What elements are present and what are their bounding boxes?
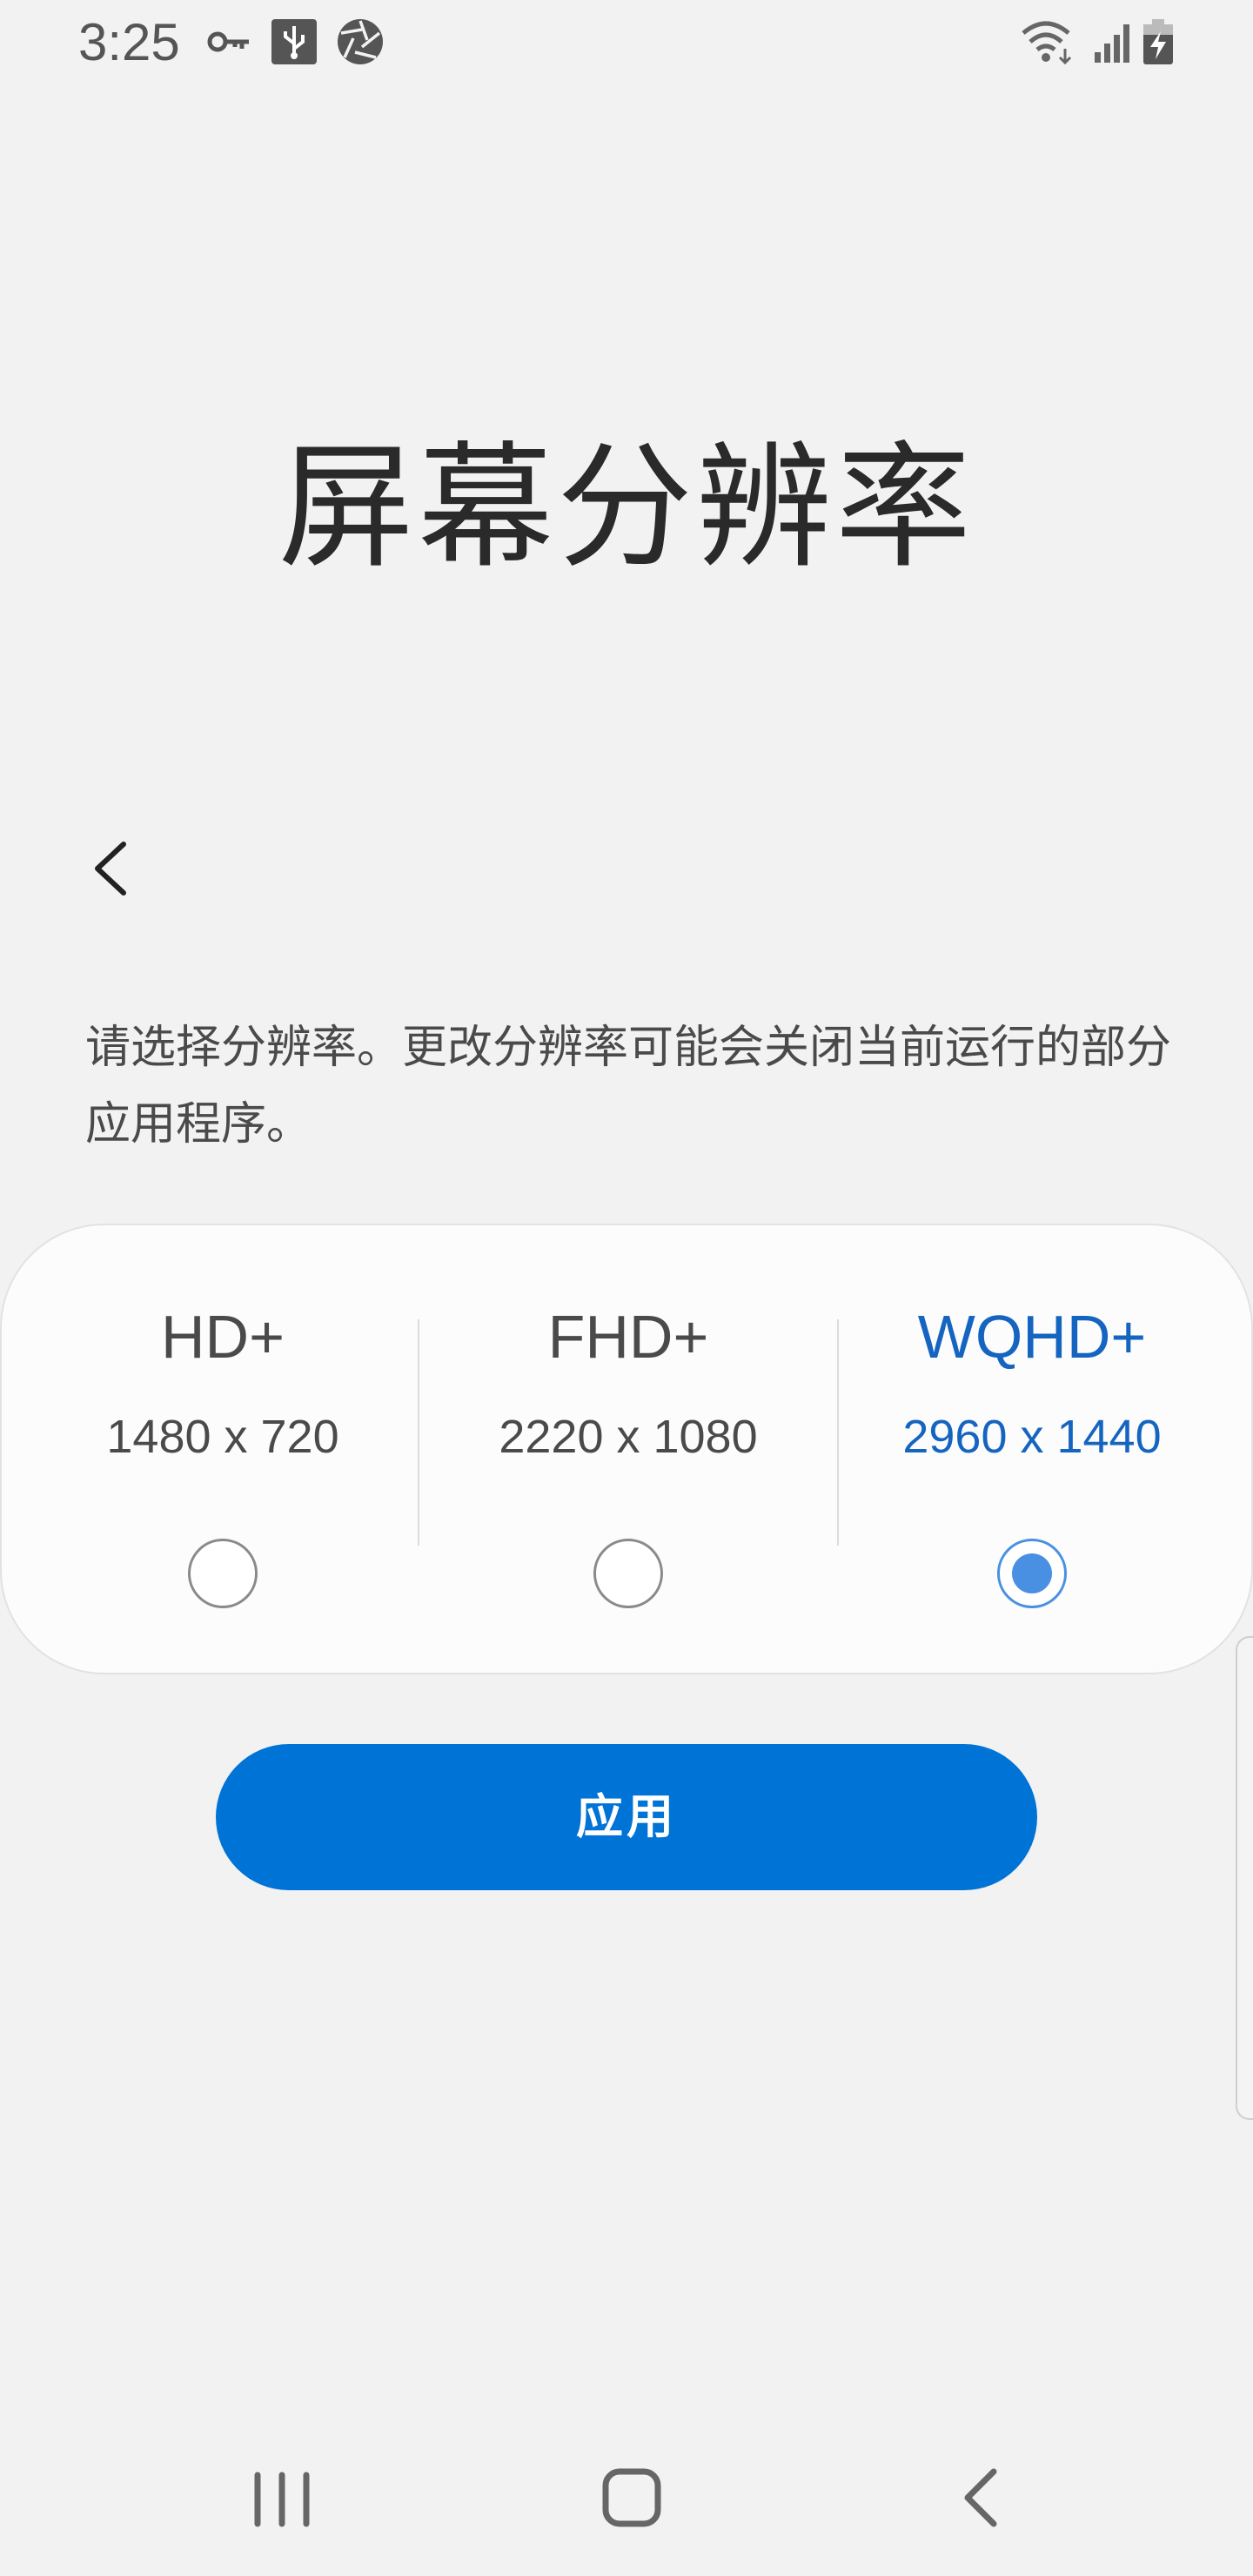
- status-time: 3:25: [78, 13, 180, 71]
- navigation-bar: [0, 2419, 1253, 2576]
- key-icon: [205, 17, 254, 66]
- wifi-icon: [1020, 17, 1077, 66]
- usb-icon: [270, 17, 318, 66]
- option-wqhd-plus[interactable]: WQHD+ 2960 x 1440: [830, 1225, 1234, 1676]
- option-resolution: 1480 x 720: [106, 1411, 339, 1463]
- option-resolution: 2960 x 1440: [902, 1411, 1162, 1463]
- aperture-icon: [336, 17, 385, 66]
- back-icon: [964, 2468, 997, 2527]
- recents-icon: [254, 2472, 310, 2527]
- apply-button[interactable]: 应用: [216, 1744, 1037, 1890]
- signal-icon: [1089, 17, 1138, 66]
- option-resolution: 2220 x 1080: [499, 1411, 758, 1463]
- page-title: 屏幕分辨率: [278, 428, 975, 587]
- screen: 3:25 屏幕分辨率 请选择分辨率。更改分辨率可能会关闭当前运行的部分应用程序。…: [0, 0, 1253, 2576]
- radio-button-selected[interactable]: [997, 1539, 1067, 1608]
- option-fhd-plus[interactable]: FHD+ 2220 x 1080: [426, 1225, 830, 1676]
- recents-button[interactable]: [238, 2454, 325, 2541]
- option-name: HD+: [161, 1303, 285, 1371]
- home-icon: [602, 2468, 661, 2527]
- battery-charging-icon: [1140, 17, 1176, 66]
- radio-button[interactable]: [593, 1539, 663, 1608]
- option-hd-plus[interactable]: HD+ 1480 x 720: [21, 1225, 425, 1676]
- chevron-left-icon: [95, 842, 126, 896]
- radio-button[interactable]: [188, 1539, 258, 1608]
- option-name: FHD+: [547, 1303, 709, 1371]
- back-nav-button[interactable]: [938, 2454, 1025, 2541]
- resolution-options-card: HD+ 1480 x 720 FHD+ 2220 x 1080 WQHD+ 29…: [0, 1224, 1253, 1674]
- back-button[interactable]: [78, 827, 141, 910]
- home-button[interactable]: [588, 2454, 675, 2541]
- option-name: WQHD+: [917, 1303, 1147, 1371]
- scroll-indicator[interactable]: [1236, 1636, 1253, 2120]
- divider: [418, 1319, 419, 1546]
- status-bar: 3:25: [0, 0, 1253, 84]
- description-text: 请选择分辨率。更改分辨率可能会关闭当前运行的部分应用程序。: [85, 1022, 1172, 1150]
